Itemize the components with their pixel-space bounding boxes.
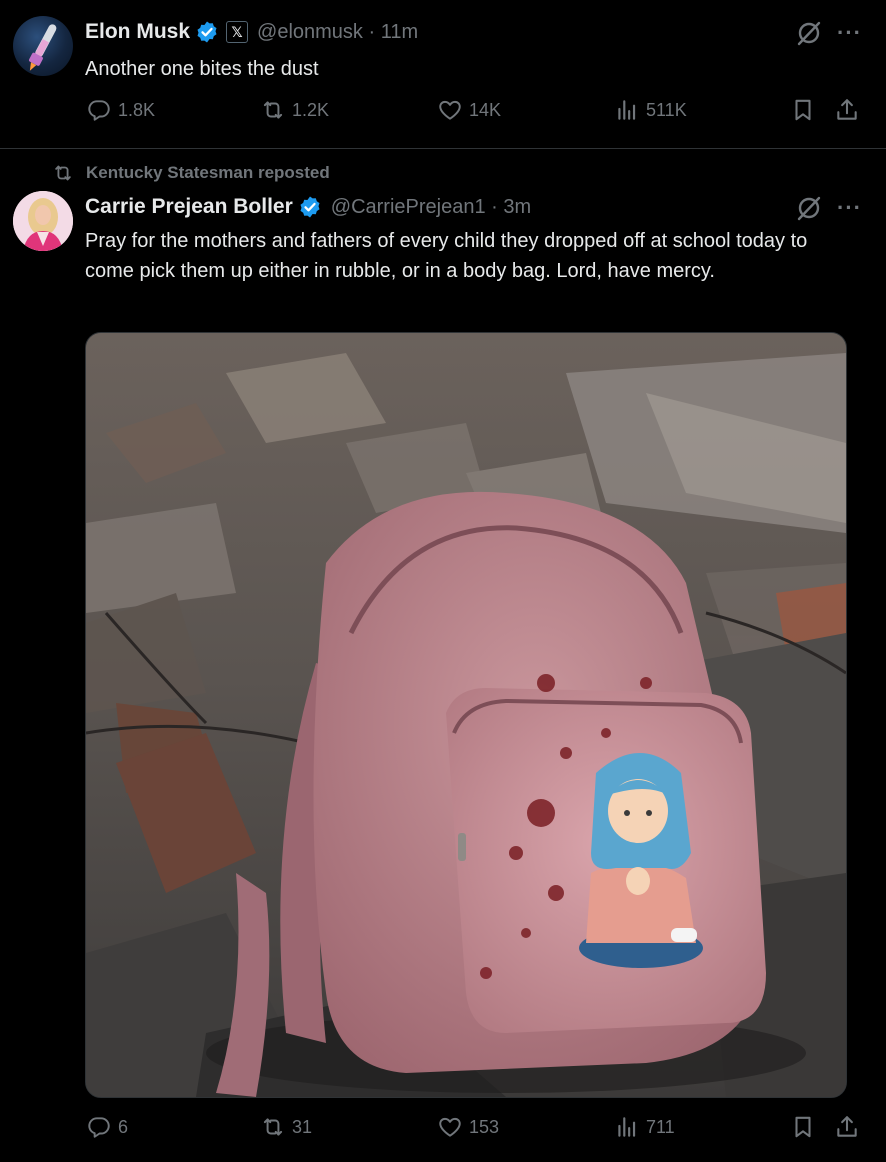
repost-count: 1.2K bbox=[292, 99, 330, 120]
tweet-actions: 6 31 153 711 bbox=[0, 1114, 886, 1154]
bookmark-icon bbox=[795, 99, 811, 121]
bookmark-button[interactable] bbox=[790, 97, 822, 123]
repost-icon bbox=[263, 101, 283, 119]
repost-context[interactable]: Kentucky Statesman reposted bbox=[52, 162, 330, 184]
share-icon bbox=[837, 99, 857, 120]
reply-icon bbox=[88, 100, 110, 121]
views-icon bbox=[618, 100, 636, 120]
repost-label: Kentucky Statesman reposted bbox=[86, 163, 330, 182]
avatar-image bbox=[29, 24, 57, 71]
share-button[interactable] bbox=[834, 1114, 866, 1140]
views-icon bbox=[618, 1117, 636, 1137]
reply-button[interactable]: 1.8K bbox=[86, 97, 155, 123]
display-name[interactable]: Elon Musk bbox=[85, 20, 190, 44]
tweet-text: Pray for the mothers and fathers of ever… bbox=[85, 230, 808, 282]
bookmark-button[interactable] bbox=[790, 1114, 822, 1140]
bookmark-icon bbox=[795, 1116, 811, 1138]
tweet-header: Carrie Prejean Boller @CarriePrejean1 · … bbox=[85, 191, 531, 223]
repost-button[interactable]: 31 bbox=[260, 1114, 312, 1140]
heart-icon bbox=[439, 100, 461, 120]
timeline: Elon Musk 𝕏 @elonmusk · 11m ··· Another … bbox=[0, 0, 886, 1162]
like-button[interactable]: 153 bbox=[437, 1114, 499, 1140]
repost-icon bbox=[263, 1118, 283, 1136]
handle-timestamp[interactable]: @elonmusk · 11m bbox=[257, 21, 418, 44]
tweet-media-image[interactable] bbox=[85, 332, 847, 1098]
tweet-top-actions: ··· bbox=[795, 194, 862, 222]
reply-count: 6 bbox=[118, 1116, 129, 1137]
tweet-top-actions: ··· bbox=[795, 19, 862, 47]
display-name[interactable]: Carrie Prejean Boller bbox=[85, 195, 293, 219]
views-button[interactable]: 711 bbox=[614, 1114, 675, 1140]
share-icon bbox=[837, 1116, 857, 1137]
tweet-text: Another one bites the dust bbox=[85, 58, 319, 80]
like-count: 153 bbox=[469, 1116, 500, 1137]
tweet-elon[interactable]: Elon Musk 𝕏 @elonmusk · 11m ··· Another … bbox=[0, 0, 886, 149]
tweet-header: Elon Musk 𝕏 @elonmusk · 11m bbox=[85, 17, 418, 47]
grok-icon[interactable] bbox=[795, 19, 823, 47]
more-icon[interactable]: ··· bbox=[837, 195, 862, 221]
views-button[interactable]: 511K bbox=[614, 97, 687, 123]
tweet-divider bbox=[0, 148, 886, 149]
repost-count: 31 bbox=[292, 1116, 313, 1137]
avatar-image bbox=[13, 191, 73, 251]
affiliation-badge-icon[interactable]: 𝕏 bbox=[226, 21, 249, 43]
heart-icon bbox=[439, 1117, 461, 1137]
handle-timestamp[interactable]: @CarriePrejean1 · 3m bbox=[331, 196, 531, 219]
grok-icon[interactable] bbox=[795, 194, 823, 222]
reply-icon bbox=[88, 1117, 110, 1138]
tweet-actions: 1.8K 1.2K 14K 511K bbox=[0, 97, 886, 137]
views-count: 511K bbox=[646, 99, 687, 120]
avatar[interactable] bbox=[13, 191, 73, 251]
more-icon[interactable]: ··· bbox=[837, 20, 862, 46]
repost-button[interactable]: 1.2K bbox=[260, 97, 329, 123]
views-count: 711 bbox=[646, 1116, 675, 1137]
avatar[interactable] bbox=[13, 16, 73, 76]
verified-badge-icon bbox=[195, 20, 219, 44]
reply-count: 1.8K bbox=[118, 99, 156, 120]
share-button[interactable] bbox=[834, 97, 866, 123]
like-button[interactable]: 14K bbox=[437, 97, 501, 123]
backpack-in-rubble-image bbox=[86, 333, 846, 1097]
like-count: 14K bbox=[469, 99, 502, 120]
reply-button[interactable]: 6 bbox=[86, 1114, 128, 1140]
verified-badge-icon bbox=[298, 195, 322, 219]
repost-icon bbox=[55, 165, 71, 181]
